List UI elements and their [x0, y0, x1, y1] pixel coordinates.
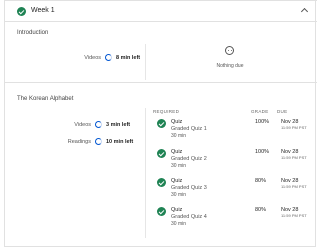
progress-ring-icon	[95, 138, 102, 145]
item-duration: 30 min	[171, 133, 187, 139]
completed-check-icon	[17, 7, 26, 16]
item-name[interactable]: Graded Quiz 2	[171, 156, 207, 162]
nothing-due-text: Nothing due	[216, 63, 244, 69]
column-divider	[145, 108, 146, 238]
videos-time-left[interactable]: 3 min left	[106, 122, 130, 128]
week-title: Week 1	[31, 7, 55, 14]
due-time: 11:59 PM PST	[281, 213, 307, 218]
completed-check-icon	[157, 207, 166, 216]
videos-label: Videos	[84, 55, 101, 61]
completed-check-icon	[157, 149, 166, 158]
videos-label: Videos	[74, 122, 91, 128]
due-time: 11:59 PM PST	[281, 155, 307, 160]
week-card: Week 1 Introduction Videos 8 min left No…	[4, 0, 317, 247]
section-divider	[5, 82, 317, 83]
videos-time-left[interactable]: 8 min left	[116, 55, 140, 61]
item-name[interactable]: Graded Quiz 4	[171, 214, 207, 220]
item-grade: 100%	[255, 149, 270, 155]
item-type: Quiz	[171, 207, 183, 213]
item-name[interactable]: Graded Quiz 3	[171, 185, 207, 191]
item-duration: 30 min	[171, 163, 187, 169]
column-divider	[145, 44, 146, 80]
quiz-row[interactable]: Quiz Graded Quiz 2 30 min 100% Nov 28 11…	[157, 149, 307, 179]
column-header-due: DUE	[277, 109, 288, 114]
due-time: 11:59 PM PST	[281, 125, 307, 130]
empty-face-icon	[225, 46, 234, 55]
quiz-row[interactable]: Quiz Graded Quiz 3 30 min 80% Nov 28 11:…	[157, 178, 307, 208]
item-grade: 80%	[255, 207, 267, 213]
item-grade: 100%	[255, 119, 270, 125]
completed-check-icon	[157, 119, 166, 128]
item-type: Quiz	[171, 178, 183, 184]
completed-check-icon	[157, 178, 166, 187]
section-title-introduction: Introduction	[17, 30, 49, 36]
quiz-row[interactable]: Quiz Graded Quiz 4 30 min 80% Nov 28 11:…	[157, 207, 307, 237]
item-type: Quiz	[171, 149, 183, 155]
progress-ring-icon	[95, 121, 102, 128]
item-grade: 80%	[255, 178, 267, 184]
progress-ring-icon	[105, 54, 112, 61]
readings-label: Readings	[67, 139, 91, 145]
week-header[interactable]: Week 1	[5, 0, 317, 22]
section-title-korean-alphabet: The Korean Alphabet	[17, 96, 74, 102]
item-type: Quiz	[171, 119, 183, 125]
item-name[interactable]: Graded Quiz 1	[171, 126, 207, 132]
item-duration: 30 min	[171, 221, 187, 227]
chevron-up-icon[interactable]	[300, 7, 309, 16]
item-duration: 30 min	[171, 192, 187, 198]
quiz-row[interactable]: Quiz Graded Quiz 1 30 min 100% Nov 28 11…	[157, 119, 307, 149]
readings-time-left[interactable]: 10 min left	[106, 139, 133, 145]
column-header-required: REQUIRED	[153, 109, 180, 114]
due-time: 11:59 PM PST	[281, 184, 307, 189]
column-header-grade: GRADE	[251, 109, 269, 114]
